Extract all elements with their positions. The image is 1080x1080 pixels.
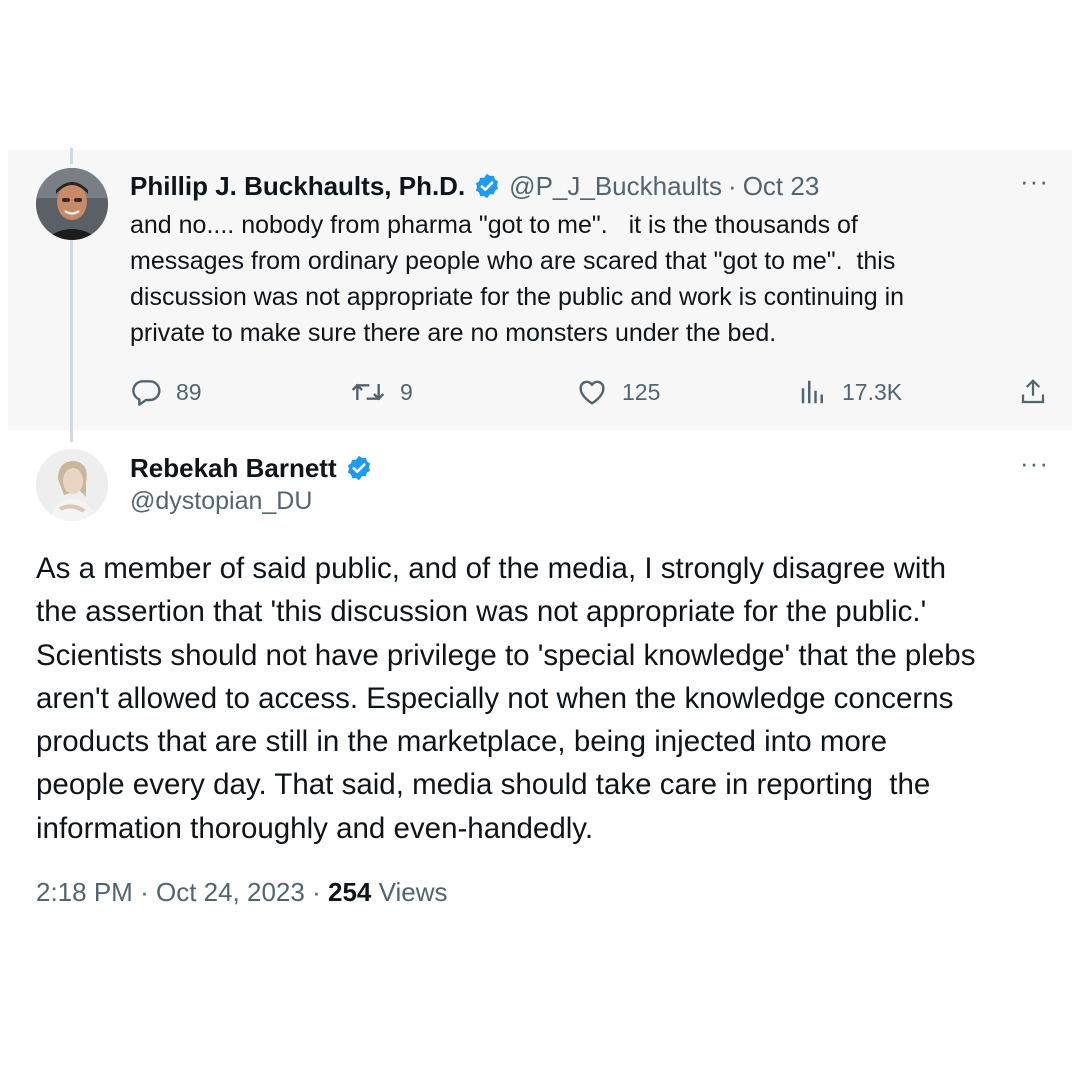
more-icon[interactable]: ··· — [1020, 166, 1049, 197]
meta-separator: · — [312, 877, 321, 907]
more-icon[interactable]: ··· — [1020, 448, 1049, 479]
views-count: 17.3K — [842, 378, 903, 405]
verified-badge-icon[interactable] — [345, 454, 373, 482]
parent-tweet-header: Phillip J. Buckhaults, Ph.D. @P_J_Buckha… — [130, 168, 819, 204]
views-button[interactable]: 17.3K — [798, 374, 902, 410]
reply-button[interactable]: 89 — [130, 374, 202, 410]
main-views-label: Views — [378, 877, 448, 907]
main-text-line: products that are still in the marketpla… — [36, 725, 888, 759]
main-tweet-text: As a member of said public, and of the m… — [36, 547, 1056, 850]
thread-connector-top — [70, 148, 73, 164]
like-button[interactable]: 125 — [576, 374, 660, 410]
meta-separator: · — [728, 170, 737, 201]
parent-text-line: discussion was not appropriate for the p… — [130, 283, 905, 311]
main-views-count: 254 — [328, 877, 372, 907]
tweet-time[interactable]: 2:18 PM — [36, 877, 133, 907]
thread-connector — [70, 238, 73, 442]
retweet-icon — [351, 383, 385, 401]
reply-icon — [132, 380, 161, 406]
parent-text-line: messages from ordinary people who are sc… — [130, 247, 896, 275]
retweet-count: 9 — [400, 378, 413, 405]
main-text-line: the assertion that 'this discussion was … — [36, 595, 927, 629]
main-text-line: Scientists should not have privilege to … — [36, 638, 976, 672]
main-author-name[interactable]: Rebekah Barnett — [130, 453, 337, 484]
main-text-line: As a member of said public, and of the m… — [36, 552, 947, 585]
avatar-rebekah[interactable] — [36, 449, 108, 521]
parent-text-line: and no.... nobody from pharma "got to me… — [130, 211, 858, 239]
avatar-phillip[interactable] — [36, 168, 108, 240]
meta-separator: · — [140, 877, 149, 907]
main-text-line: people every day. That said, media shoul… — [36, 768, 931, 802]
tweet-date[interactable]: Oct 24, 2023 — [156, 877, 305, 907]
parent-author-name[interactable]: Phillip J. Buckhaults, Ph.D. — [130, 171, 465, 202]
views-icon — [801, 380, 823, 404]
share-icon — [1021, 379, 1045, 404]
share-button[interactable] — [1018, 374, 1062, 410]
main-text-line: information thoroughly and even-handedly… — [36, 811, 594, 845]
main-tweet-header: Rebekah Barnett — [130, 450, 381, 486]
parent-text-line: private to make sure there are no monste… — [130, 319, 777, 347]
retweet-button[interactable]: 9 — [350, 374, 413, 410]
like-icon — [579, 380, 605, 405]
parent-author-handle[interactable]: @P_J_Buckhaults — [509, 171, 722, 202]
parent-tweet-text: and no.... nobody from pharma "got to me… — [130, 207, 1030, 351]
tweet-timestamp-row: 2:18 PM · Oct 24, 2023 · 254 Views — [36, 877, 448, 908]
main-author-handle[interactable]: @dystopian_DU — [130, 487, 312, 516]
parent-tweet-date[interactable]: Oct 23 — [743, 171, 820, 202]
like-count: 125 — [622, 378, 661, 405]
main-text-line: aren't allowed to access. Especially not… — [36, 681, 954, 715]
reply-count: 89 — [176, 378, 202, 405]
verified-badge-icon[interactable] — [473, 172, 501, 200]
